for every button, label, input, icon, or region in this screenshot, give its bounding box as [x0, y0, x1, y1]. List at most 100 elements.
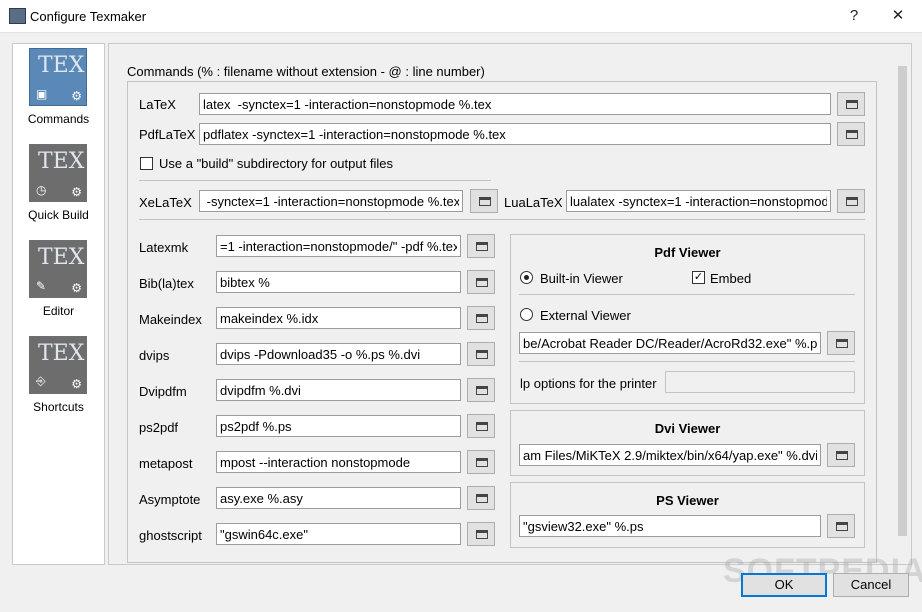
ghostscript-label: ghostscript [139, 528, 202, 543]
nav-label-commands: Commands [27, 112, 90, 126]
folder-icon [476, 242, 488, 251]
metapost-label: metapost [139, 456, 193, 471]
nav-label-shortcuts: Shortcuts [33, 400, 84, 414]
build-subdirectory-checkbox[interactable] [140, 157, 153, 170]
latex-command-input[interactable] [199, 93, 831, 115]
asymptote-label: Asymptote [139, 492, 201, 507]
xelatex-browse-button[interactable] [470, 189, 498, 213]
embed-checkbox[interactable]: ✓ [692, 271, 705, 284]
nav-item-shortcuts[interactable]: TEX ⎆ ⚙ Shortcuts [13, 334, 104, 428]
bib-la-tex-browse-button[interactable] [467, 270, 495, 294]
printer-options-input[interactable] [665, 371, 855, 393]
pdf-viewer-browse-button[interactable] [827, 331, 855, 355]
folder-icon [476, 458, 488, 467]
folder-icon [846, 197, 858, 206]
scrollbar-thumb[interactable] [898, 66, 907, 536]
latexmk-browse-button[interactable] [467, 234, 495, 258]
latex-label: LaTeX [139, 97, 176, 112]
external-viewer-radio[interactable] [520, 308, 533, 321]
dvipdfm-label: Dvipdfm [139, 384, 187, 399]
metapost-command-input[interactable] [216, 451, 461, 473]
ok-button[interactable]: OK [741, 573, 827, 597]
latexmk-label: Latexmk [139, 240, 189, 255]
commands-header: Commands (% : filename without extension… [127, 64, 485, 79]
nav-item-editor[interactable]: TEX ✎ ⚙ Editor [13, 238, 104, 332]
pdflatex-command-input[interactable] [199, 123, 831, 145]
checkmark-icon: ✓ [693, 271, 704, 283]
ps-viewer-title: PS Viewer [656, 493, 719, 508]
dvi-viewer-input[interactable] [519, 444, 821, 466]
folder-icon [846, 100, 858, 109]
makeindex-label: Makeindex [139, 312, 202, 327]
dvips-command-input[interactable] [216, 343, 461, 365]
close-button[interactable]: ✕ [876, 0, 920, 32]
folder-icon [476, 386, 488, 395]
dvips-label: dvips [139, 348, 170, 363]
ps2pdf-browse-button[interactable] [467, 414, 495, 438]
category-list: TEX ▣ ⚙ Commands TEX ◷ ⚙ Quick Build TEX ✎ ⚙ E… [12, 43, 105, 565]
external-viewer-label: External Viewer [540, 308, 631, 323]
dvi-viewer-browse-button[interactable] [827, 443, 855, 467]
ps-viewer-browse-button[interactable] [827, 514, 855, 538]
commands-icon: TEX ▣ ⚙ [29, 48, 87, 106]
asymptote-browse-button[interactable] [467, 486, 495, 510]
lualatex-command-input[interactable] [566, 190, 831, 212]
nav-item-commands[interactable]: TEX ▣ ⚙ Commands [13, 46, 104, 140]
ps2pdf-label: ps2pdf [139, 420, 179, 435]
pdflatex-browse-button[interactable] [837, 122, 865, 146]
dvips-browse-button[interactable] [467, 342, 495, 366]
folder-icon [836, 451, 848, 460]
builtin-viewer-label: Built-in Viewer [540, 271, 623, 286]
editor-icon: TEX ✎ ⚙ [29, 240, 87, 298]
pdflatex-label: PdfLaTeX [139, 127, 196, 142]
xelatex-command-input[interactable] [199, 190, 463, 212]
dvi-viewer-group [510, 410, 865, 476]
nav-item-quick-build[interactable]: TEX ◷ ⚙ Quick Build [13, 142, 104, 236]
lualatex-label: LuaLaTeX [504, 195, 563, 210]
ps-viewer-input[interactable] [519, 515, 821, 537]
separator [139, 180, 491, 181]
latexmk-command-input[interactable] [216, 235, 461, 257]
makeindex-command-input[interactable] [216, 307, 461, 329]
ps2pdf-command-input[interactable] [216, 415, 461, 437]
build-subdirectory-label: Use a "build" subdirectory for output fi… [159, 156, 393, 171]
bib-la-tex-command-input[interactable] [216, 271, 461, 293]
folder-icon [476, 278, 488, 287]
ghostscript-browse-button[interactable] [467, 522, 495, 546]
dvipdfm-command-input[interactable] [216, 379, 461, 401]
pdf-viewer-title: Pdf Viewer [654, 245, 721, 260]
folder-icon [836, 339, 848, 348]
bib-la-tex-label: Bib(la)tex [139, 276, 194, 291]
external-pdf-viewer-input[interactable] [519, 332, 821, 354]
ghostscript-command-input[interactable] [216, 523, 461, 545]
folder-icon [479, 197, 491, 206]
folder-icon [476, 530, 488, 539]
makeindex-browse-button[interactable] [467, 306, 495, 330]
folder-icon [836, 522, 848, 531]
xelatex-label: XeLaTeX [139, 195, 192, 210]
shortcuts-icon: TEX ⎆ ⚙ [29, 336, 87, 394]
folder-icon [846, 130, 858, 139]
vertical-scrollbar[interactable] [894, 43, 912, 565]
embed-label: Embed [710, 271, 752, 286]
separator [139, 219, 865, 220]
asymptote-command-input[interactable] [216, 487, 461, 509]
folder-icon [476, 494, 488, 503]
folder-icon [476, 422, 488, 431]
dvi-viewer-title: Dvi Viewer [654, 421, 721, 436]
title-bar: Configure Texmaker ? ✕ [0, 0, 922, 33]
cancel-button[interactable]: Cancel [833, 573, 909, 597]
printer-options-label: lp options for the printer [520, 376, 657, 391]
lualatex-browse-button[interactable] [837, 189, 865, 213]
texmaker-app-icon [9, 8, 26, 24]
separator [519, 294, 855, 295]
dvipdfm-browse-button[interactable] [467, 378, 495, 402]
builtin-viewer-radio[interactable] [520, 271, 533, 284]
nav-label-editor: Editor [42, 304, 75, 318]
latex-browse-button[interactable] [837, 92, 865, 116]
quick-build-icon: TEX ◷ ⚙ [29, 144, 87, 202]
help-button[interactable]: ? [832, 0, 876, 32]
metapost-browse-button[interactable] [467, 450, 495, 474]
folder-icon [476, 314, 488, 323]
separator [519, 361, 855, 362]
